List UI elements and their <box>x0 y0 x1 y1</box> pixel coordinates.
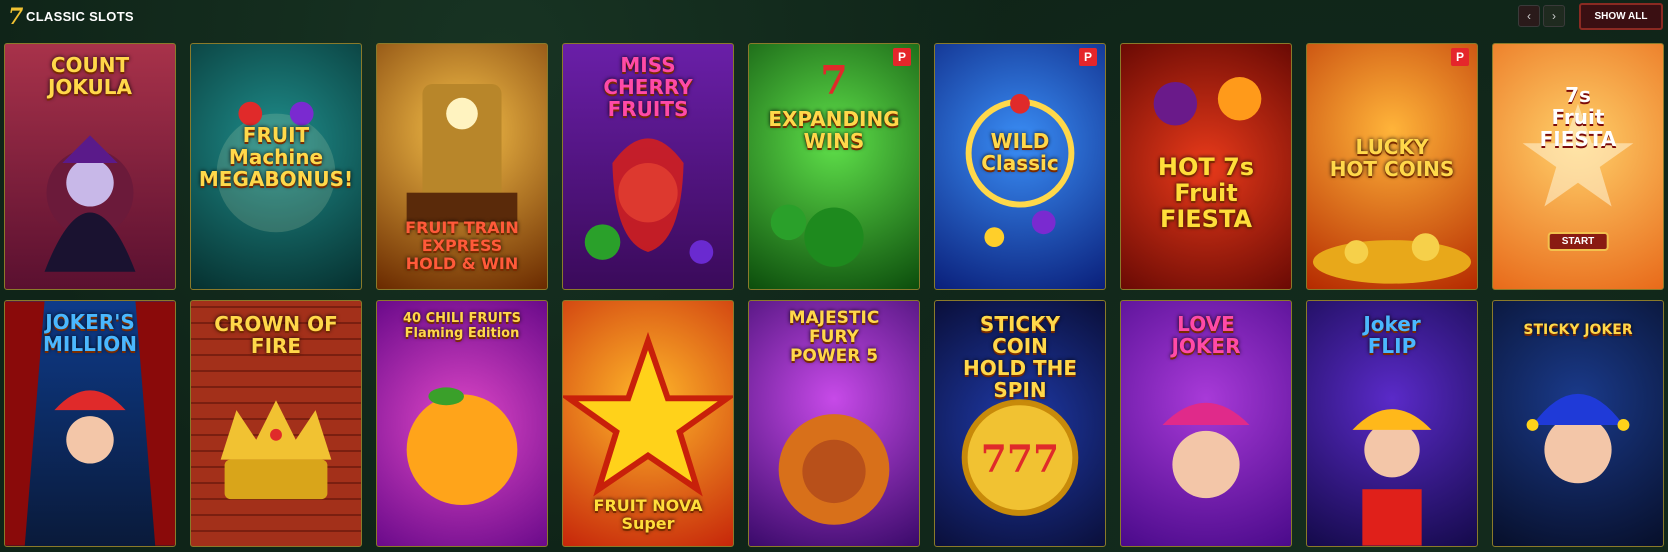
seven-icon: 7 <box>8 4 24 30</box>
svg-text:777: 777 <box>981 436 1059 480</box>
game-title: HOT 7s Fruit FIESTA <box>1157 153 1255 233</box>
start-button[interactable]: START <box>1547 232 1609 251</box>
game-artwork: 7 <box>770 58 864 267</box>
game-tile[interactable]: LUCKY HOT COINS P <box>1306 43 1478 290</box>
game-title: STICKY JOKER <box>1523 322 1633 338</box>
game-title: MAJESTIC FURY POWER 5 <box>788 308 880 366</box>
game-title: Joker FLIP <box>1363 312 1421 358</box>
section-title: CLASSIC SLOTS <box>26 9 134 24</box>
game-tile[interactable]: FRUIT NOVA Super <box>562 300 734 547</box>
chevron-right-icon: › <box>1552 9 1556 23</box>
promo-badge: P <box>893 48 911 66</box>
carousel-next-button[interactable]: › <box>1543 5 1565 27</box>
promo-badge: P <box>1451 48 1469 66</box>
game-artwork <box>1522 103 1634 207</box>
game-title: 40 CHILI FRUITS Flaming Edition <box>402 311 522 341</box>
game-title: CROWN OF FIRE <box>214 312 338 358</box>
game-tile[interactable]: 40 CHILI FRUITS Flaming Edition <box>376 300 548 547</box>
game-title: LOVE JOKER <box>1171 312 1241 358</box>
game-tile[interactable]: MAJESTIC FURY POWER 5 <box>748 300 920 547</box>
game-tile[interactable]: COUNT JOKULA <box>4 43 176 290</box>
game-title: MISS CHERRY FRUITS <box>603 53 693 121</box>
svg-text:7: 7 <box>820 58 848 104</box>
game-tile[interactable]: Joker FLIP <box>1306 300 1478 547</box>
game-title: COUNT JOKULA <box>47 53 133 99</box>
game-tile[interactable]: STICKY JOKER <box>1492 300 1664 547</box>
game-title: LUCKY HOT COINS <box>1329 135 1455 181</box>
game-grid: COUNT JOKULA FRUIT Machine MEGABONUS! FR… <box>4 43 1664 547</box>
chevron-left-icon: ‹ <box>1527 9 1531 23</box>
game-title: STICKY COIN HOLD THE SPIN <box>962 312 1078 402</box>
carousel-prev-button[interactable]: ‹ <box>1518 5 1540 27</box>
game-tile[interactable]: 7 EXPANDING WINS P <box>748 43 920 290</box>
show-all-button[interactable]: SHOW ALL <box>1579 3 1663 30</box>
game-tile[interactable]: FRUIT TRAIN EXPRESS HOLD & WIN <box>376 43 548 290</box>
game-tile[interactable]: 7s Fruit FIESTA START <box>1492 43 1664 290</box>
game-tile[interactable]: CROWN OF FIRE <box>190 300 362 547</box>
game-tile[interactable]: MISS CHERRY FRUITS <box>562 43 734 290</box>
game-title: EXPANDING WINS <box>768 107 900 153</box>
game-title: FRUIT Machine MEGABONUS! <box>198 123 354 191</box>
game-tile[interactable]: JOKER'S MILLION <box>4 300 176 547</box>
promo-badge: P <box>1079 48 1097 66</box>
game-title: 7s Fruit FIESTA <box>1539 83 1617 151</box>
section-header: 7 CLASSIC SLOTS ‹ › SHOW ALL <box>0 0 1668 36</box>
game-tile[interactable]: LOVE JOKER <box>1120 300 1292 547</box>
game-tile[interactable]: FRUIT Machine MEGABONUS! <box>190 43 362 290</box>
game-title: JOKER'S MILLION <box>42 310 137 356</box>
game-title: FRUIT TRAIN EXPRESS HOLD & WIN <box>405 218 519 273</box>
game-tile[interactable]: 777 STICKY COIN HOLD THE SPIN <box>934 300 1106 547</box>
game-title: WILD Classic <box>981 129 1059 175</box>
game-title: FRUIT NOVA Super <box>593 496 703 533</box>
game-tile[interactable]: HOT 7s Fruit FIESTA <box>1120 43 1292 290</box>
game-tile[interactable]: WILD Classic P <box>934 43 1106 290</box>
